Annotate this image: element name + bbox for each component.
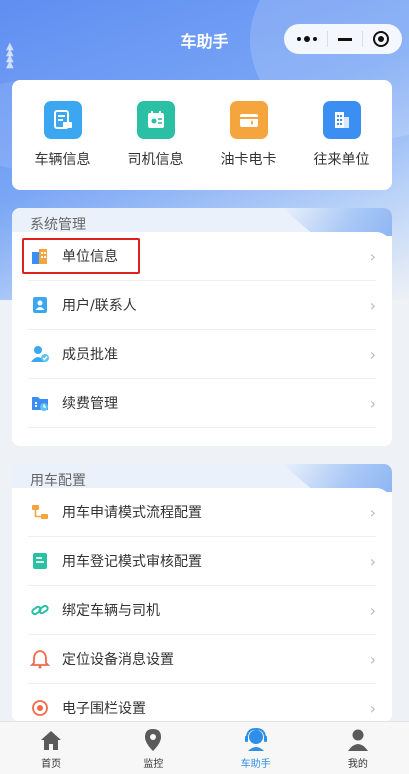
bell-icon bbox=[30, 649, 50, 669]
divider bbox=[362, 31, 363, 47]
fuel-card-icon bbox=[229, 101, 268, 139]
contact-card-icon bbox=[30, 295, 50, 315]
tab-label: 我的 bbox=[347, 758, 368, 770]
location-pin-icon bbox=[140, 727, 166, 753]
menu-item-renewal[interactable]: 续费管理 › bbox=[28, 379, 376, 428]
vehicle-doc-icon bbox=[43, 101, 82, 139]
workflow-icon bbox=[30, 502, 50, 522]
tab-label: 车助手 bbox=[240, 758, 271, 770]
quick-label: 往来单位 bbox=[313, 152, 370, 168]
chevron-right-icon: › bbox=[369, 649, 376, 669]
profile-icon bbox=[345, 727, 371, 753]
quick-vehicle-info[interactable]: 车辆信息 bbox=[18, 101, 108, 169]
menu-item-locator-messages[interactable]: 定位设备消息设置 › bbox=[28, 635, 376, 684]
chevron-right-icon: › bbox=[369, 295, 376, 315]
menu-label: 用户/联系人 bbox=[62, 298, 137, 314]
menu-item-bind-vehicle-driver[interactable]: 绑定车辆与司机 › bbox=[28, 586, 376, 635]
quick-actions-card: 车辆信息 司机信息 油卡电卡 往来单位 bbox=[12, 80, 392, 190]
tab-mine[interactable]: 我的 bbox=[318, 727, 398, 770]
tab-monitor[interactable]: 监控 bbox=[113, 727, 193, 770]
menu-item-register-audit[interactable]: 用车登记模式审核配置 › bbox=[28, 537, 376, 586]
bottom-tab-bar: 首页 监控 车助手 我的 bbox=[0, 721, 409, 774]
assistant-icon bbox=[243, 727, 269, 753]
menu-item-member-approval[interactable]: 成员批准 › bbox=[28, 330, 376, 379]
quick-label: 车辆信息 bbox=[34, 152, 91, 168]
divider bbox=[327, 31, 328, 47]
renewal-folder-icon bbox=[30, 393, 50, 413]
driver-card-icon bbox=[136, 101, 175, 139]
menu-label: 单位信息 bbox=[62, 249, 118, 265]
quick-fuel-card[interactable]: 油卡电卡 bbox=[204, 101, 294, 169]
tab-label: 监控 bbox=[143, 758, 164, 770]
chevron-right-icon: › bbox=[369, 344, 376, 364]
menu-label: 用车申请模式流程配置 bbox=[62, 505, 202, 521]
home-icon bbox=[38, 727, 64, 753]
chevron-right-icon: › bbox=[369, 698, 376, 718]
minimize-icon[interactable] bbox=[338, 37, 352, 41]
chevron-right-icon: › bbox=[369, 502, 376, 522]
menu-label: 成员批准 bbox=[62, 347, 118, 363]
tab-home[interactable]: 首页 bbox=[11, 727, 91, 770]
quick-partner-orgs[interactable]: 往来单位 bbox=[297, 101, 387, 169]
system-management-card: 系统管理 单位信息 › 用户/联系人 › 成员批准 › 续费管理 › bbox=[12, 208, 392, 446]
chevron-right-icon: › bbox=[369, 393, 376, 413]
menu-item-org-info[interactable]: 单位信息 › bbox=[28, 232, 376, 281]
section-body: 单位信息 › 用户/联系人 › 成员批准 › 续费管理 › bbox=[12, 232, 392, 428]
tab-label: 首页 bbox=[41, 758, 62, 770]
chevron-right-icon: › bbox=[369, 551, 376, 571]
miniprogram-capsule bbox=[284, 24, 402, 54]
chevron-right-icon: › bbox=[369, 600, 376, 620]
menu-item-geofence[interactable]: 电子围栏设置 › bbox=[28, 684, 376, 722]
quick-driver-info[interactable]: 司机信息 bbox=[111, 101, 201, 169]
menu-item-application-workflow[interactable]: 用车申请模式流程配置 › bbox=[28, 488, 376, 537]
section-title: 系统管理 bbox=[30, 217, 86, 233]
member-approve-icon bbox=[30, 344, 50, 364]
geofence-icon bbox=[30, 698, 50, 718]
section-body: 用车申请模式流程配置 › 用车登记模式审核配置 › 绑定车辆与司机 › 定位设备… bbox=[12, 488, 392, 722]
menu-label: 续费管理 bbox=[62, 396, 118, 412]
organization-icon bbox=[30, 246, 50, 266]
quick-label: 油卡电卡 bbox=[220, 152, 277, 168]
vehicle-config-card: 用车配置 用车申请模式流程配置 › 用车登记模式审核配置 › 绑定车辆与司机 › bbox=[12, 464, 392, 722]
close-target-icon[interactable] bbox=[373, 31, 389, 47]
menu-label: 定位设备消息设置 bbox=[62, 652, 174, 668]
section-title: 用车配置 bbox=[30, 473, 86, 489]
quick-label: 司机信息 bbox=[127, 152, 184, 168]
more-icon[interactable] bbox=[297, 36, 317, 42]
menu-item-users-contacts[interactable]: 用户/联系人 › bbox=[28, 281, 376, 330]
menu-label: 电子围栏设置 bbox=[62, 701, 146, 717]
menu-label: 绑定车辆与司机 bbox=[62, 603, 160, 619]
register-audit-icon bbox=[30, 551, 50, 571]
building-icon bbox=[322, 101, 361, 139]
menu-label: 用车登记模式审核配置 bbox=[62, 554, 202, 570]
tab-assistant[interactable]: 车助手 bbox=[216, 727, 296, 770]
chevron-right-icon: › bbox=[369, 246, 376, 266]
link-icon bbox=[30, 600, 50, 620]
